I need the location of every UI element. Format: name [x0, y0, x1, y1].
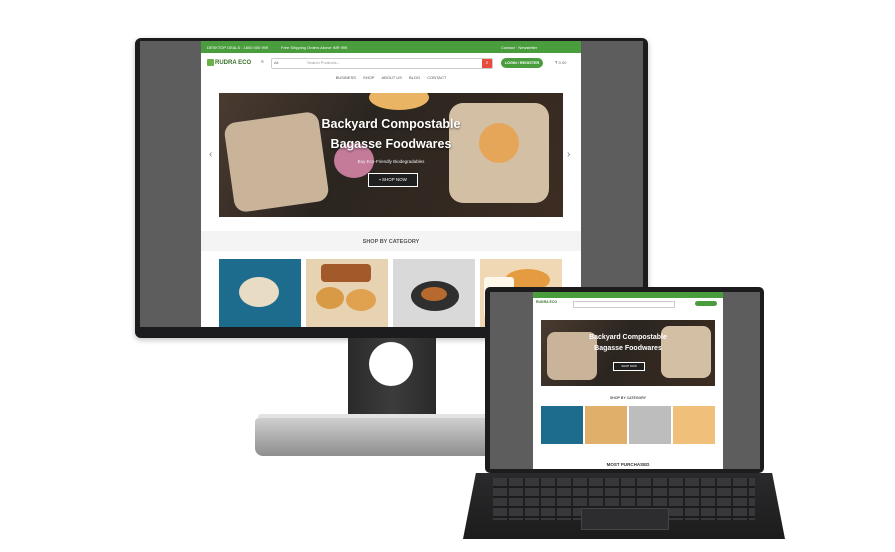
carousel-prev-icon[interactable]: ‹ — [209, 149, 212, 160]
laptop-search-bar[interactable] — [573, 301, 675, 308]
hero-subtitle: Buy Eco-Friendly Biodegradables — [357, 159, 425, 164]
laptop-category-card[interactable] — [629, 406, 671, 444]
monitor-screen: DESKTOP DEALS : 1800 000 999 Free Shippi… — [140, 41, 643, 327]
category-image — [321, 264, 371, 282]
laptop-hero-title-line1: Backyard Compostable — [589, 334, 667, 341]
laptop-website: RUDRA ECO Backyard Compostable Bagasse F… — [533, 292, 723, 469]
cart-total[interactable]: ₹ 0.00 — [555, 60, 566, 65]
search-icon: ⌕ — [485, 60, 489, 66]
category-image — [239, 277, 279, 307]
laptop-topbar — [533, 292, 723, 298]
hero-title-line1: Backyard Compostable — [321, 117, 461, 131]
laptop-logo[interactable]: RUDRA ECO — [536, 300, 557, 304]
search-bar[interactable]: All Search Products... ⌕ — [271, 58, 493, 69]
category-image — [316, 287, 344, 309]
laptop-login-button[interactable] — [695, 301, 717, 306]
logo-text: RUDRA ECO — [215, 60, 252, 67]
shop-now-button[interactable]: ▪ SHOP NOW — [368, 173, 418, 187]
laptop-category-card[interactable] — [585, 406, 627, 444]
menu-icon[interactable]: ≡ — [261, 59, 264, 65]
topbar: DESKTOP DEALS : 1800 000 999 Free Shippi… — [201, 41, 581, 53]
laptop-category-card[interactable] — [673, 406, 715, 444]
search-button[interactable]: ⌕ — [482, 59, 492, 68]
search-category-select[interactable]: All — [274, 60, 278, 65]
main-nav: BUSINESS SHOP ABOUT US BLOG CONTACT — [201, 75, 581, 85]
laptop-hero-banner[interactable]: Backyard Compostable Bagasse Foodwares S… — [541, 320, 715, 386]
category-image — [346, 289, 376, 311]
nav-item-blog[interactable]: BLOG — [409, 75, 420, 80]
hero-title-line2: Bagasse Foodwares — [330, 137, 452, 151]
laptop-category-card[interactable] — [541, 406, 583, 444]
topbar-mid-text: Free Shipping Orders Above INR 999 — [281, 45, 348, 50]
topbar-right-text[interactable]: Contact · Newsletter — [501, 45, 537, 50]
logo-icon — [207, 59, 214, 66]
carousel-next-icon[interactable]: › — [567, 149, 570, 160]
nav-item-business[interactable]: BUSINESS — [336, 75, 356, 80]
touchpad — [581, 508, 669, 530]
website: DESKTOP DEALS : 1800 000 999 Free Shippi… — [201, 41, 581, 327]
topbar-left-text: DESKTOP DEALS : 1800 000 999 — [207, 45, 269, 50]
laptop-keyboard — [463, 473, 785, 539]
laptop-hero-title-line2: Bagasse Foodwares — [594, 345, 662, 352]
hero-food-image — [369, 93, 429, 110]
shop-now-label: SHOP NOW — [381, 177, 407, 182]
laptop-shop-now-button[interactable]: SHOP NOW — [613, 362, 645, 371]
nav-item-shop[interactable]: SHOP — [363, 75, 374, 80]
laptop-section-title: SHOP BY CATEGORY — [609, 396, 647, 400]
category-card[interactable] — [393, 259, 475, 327]
laptop-section2-title: MOST PURCHASED — [606, 462, 650, 467]
login-register-button[interactable]: LOGIN / REGISTER — [501, 58, 543, 68]
laptop-screen: RUDRA ECO Backyard Compostable Bagasse F… — [490, 292, 760, 469]
search-input[interactable]: Search Products... — [307, 60, 340, 65]
header: RUDRA ECO ≡ All Search Products... ⌕ LOG… — [201, 53, 581, 75]
logo[interactable]: RUDRA ECO — [207, 59, 251, 66]
category-card[interactable] — [219, 259, 301, 327]
nav-item-about[interactable]: ABOUT US — [382, 75, 402, 80]
monitor-stand-hole — [369, 342, 413, 386]
hero-banner[interactable]: Backyard Compostable Bagasse Foodwares B… — [219, 93, 563, 217]
category-card[interactable] — [306, 259, 388, 327]
section-title: SHOP BY CATEGORY — [201, 231, 581, 251]
nav-item-contact[interactable]: CONTACT — [427, 75, 446, 80]
category-image — [421, 287, 447, 301]
